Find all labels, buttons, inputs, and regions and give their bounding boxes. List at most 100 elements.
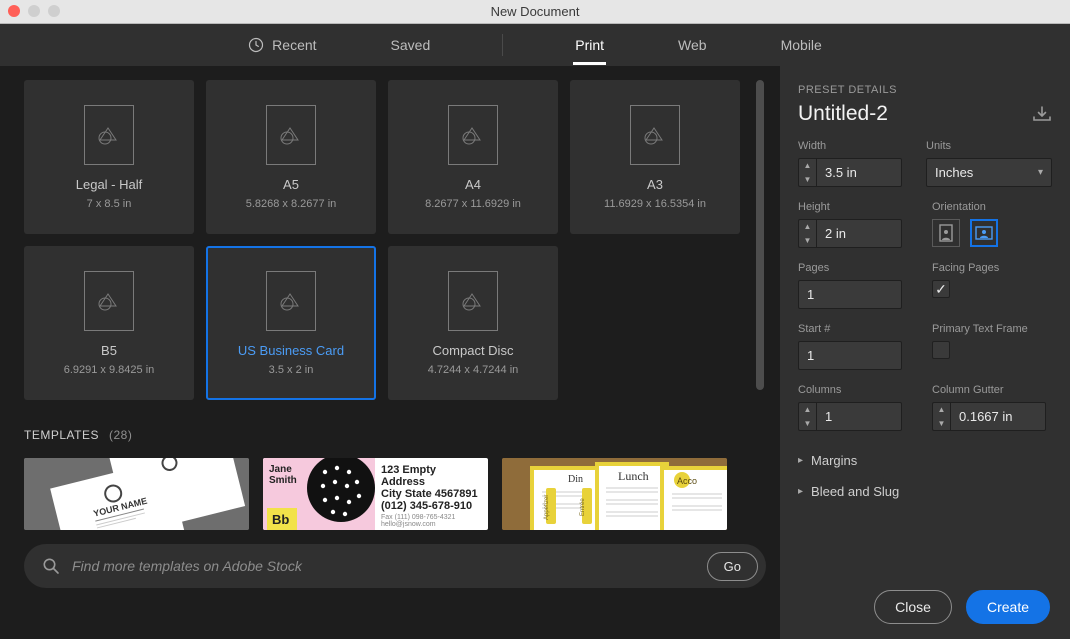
svg-text:Entrée: Entrée	[580, 498, 586, 516]
units-select[interactable]: Inches ▾	[926, 158, 1052, 187]
left-panel: Legal - Half 7 x 8.5 in A5 5.8268 x 8.26…	[0, 66, 780, 639]
width-input[interactable]	[816, 158, 902, 187]
orientation-label: Orientation	[932, 201, 1052, 213]
tab-print[interactable]: Print	[573, 27, 606, 63]
primary-text-frame-label: Primary Text Frame	[932, 323, 1052, 335]
bleed-slug-disclosure[interactable]: ▸ Bleed and Slug	[798, 476, 1052, 507]
column-gutter-input[interactable]	[950, 402, 1046, 431]
preset-name: A5	[283, 177, 299, 192]
preset-scrollbar[interactable]	[756, 80, 764, 625]
facing-pages-label: Facing Pages	[932, 262, 1052, 274]
template-text: City State 4567891	[381, 488, 482, 500]
preset-dimensions: 6.9291 x 9.8425 in	[64, 364, 155, 376]
titlebar: New Document	[0, 0, 1070, 24]
tab-recent[interactable]: Recent	[246, 27, 318, 63]
preset-name: Legal - Half	[76, 177, 142, 192]
template-card[interactable]: Lunch Din Acco	[502, 458, 727, 530]
preset-dimensions: 3.5 x 2 in	[269, 364, 314, 376]
preset-name: US Business Card	[238, 343, 344, 358]
page-icon	[266, 105, 316, 165]
templates-label: TEMPLATES	[24, 428, 99, 442]
dialog-footer: Close Create	[780, 575, 1070, 639]
template-card[interactable]: Jane Smith Bb 123 Empty Address	[263, 458, 488, 530]
svg-text:Acco: Acco	[677, 476, 697, 486]
preset-b5[interactable]: B5 6.9291 x 9.8425 in	[24, 246, 194, 400]
units-label: Units	[926, 140, 1052, 152]
clock-icon	[248, 37, 264, 53]
page-icon	[266, 271, 316, 331]
tab-web[interactable]: Web	[676, 27, 709, 63]
orientation-landscape[interactable]	[970, 219, 998, 247]
go-button[interactable]: Go	[707, 552, 758, 581]
stock-search-input[interactable]	[72, 558, 695, 574]
start-number-input[interactable]	[798, 341, 902, 370]
create-button[interactable]: Create	[966, 590, 1050, 624]
tab-label: Print	[575, 37, 604, 53]
columns-label: Columns	[798, 384, 918, 396]
chevron-right-icon: ▸	[798, 486, 803, 497]
templates-section: TEMPLATES (28) Y	[24, 428, 766, 530]
preset-grid: Legal - Half 7 x 8.5 in A5 5.8268 x 8.26…	[24, 80, 766, 400]
svg-text:Lunch: Lunch	[618, 469, 649, 483]
preset-a5[interactable]: A5 5.8268 x 8.2677 in	[206, 80, 376, 234]
preset-a4[interactable]: A4 8.2677 x 11.6929 in	[388, 80, 558, 234]
template-card[interactable]: YOUR NAME	[24, 458, 249, 530]
bleed-slug-label: Bleed and Slug	[811, 484, 899, 499]
category-tabs: Recent Saved Print Web Mobile	[0, 24, 1070, 66]
preset-dimensions: 7 x 8.5 in	[87, 198, 132, 210]
pages-label: Pages	[798, 262, 918, 274]
save-preset-icon[interactable]	[1032, 106, 1052, 122]
preset-name: A4	[465, 177, 481, 192]
preset-dimensions: 4.7244 x 4.7244 in	[428, 364, 519, 376]
window-controls	[8, 5, 60, 17]
search-icon	[42, 557, 60, 575]
chevron-right-icon: ▸	[798, 455, 803, 466]
height-stepper[interactable]: ▲▼	[798, 219, 816, 248]
width-stepper[interactable]: ▲▼	[798, 158, 816, 187]
preset-compact-disc[interactable]: Compact Disc 4.7244 x 4.7244 in	[388, 246, 558, 400]
page-icon	[84, 105, 134, 165]
columns-stepper[interactable]: ▲▼	[798, 402, 816, 431]
chevron-down-icon: ▾	[1038, 167, 1043, 178]
template-text: 123 Empty Address	[381, 464, 482, 488]
pages-input[interactable]	[798, 280, 902, 309]
preset-details-panel: Preset Details Untitled-2 Width ▲▼ Units…	[780, 66, 1070, 639]
start-number-label: Start #	[798, 323, 918, 335]
tab-label: Mobile	[781, 37, 822, 53]
tab-mobile[interactable]: Mobile	[779, 27, 824, 63]
units-value: Inches	[935, 165, 973, 180]
gutter-stepper[interactable]: ▲▼	[932, 402, 950, 431]
preset-name: A3	[647, 177, 663, 192]
tab-label: Web	[678, 37, 707, 53]
page-icon	[448, 271, 498, 331]
maximize-window-icon	[48, 5, 60, 17]
page-icon	[84, 271, 134, 331]
preset-dimensions: 8.2677 x 11.6929 in	[425, 198, 521, 210]
tab-label: Saved	[391, 37, 431, 53]
facing-pages-checkbox[interactable]	[932, 280, 950, 298]
close-window-icon[interactable]	[8, 5, 20, 17]
tab-divider	[502, 34, 503, 56]
templates-header: TEMPLATES (28)	[24, 428, 766, 442]
window-title: New Document	[491, 4, 580, 19]
page-icon	[630, 105, 680, 165]
stock-search: Go	[24, 544, 766, 588]
orientation-portrait[interactable]	[932, 219, 960, 247]
document-title[interactable]: Untitled-2	[798, 102, 888, 126]
columns-input[interactable]	[816, 402, 902, 431]
preset-a3[interactable]: A3 11.6929 x 16.5354 in	[570, 80, 740, 234]
preset-legal-half[interactable]: Legal - Half 7 x 8.5 in	[24, 80, 194, 234]
column-gutter-label: Column Gutter	[932, 384, 1052, 396]
margins-disclosure[interactable]: ▸ Margins	[798, 445, 1052, 476]
panel-header: Preset Details	[798, 84, 1052, 96]
height-input[interactable]	[816, 219, 902, 248]
tab-saved[interactable]: Saved	[389, 27, 433, 63]
template-row: YOUR NAME Jane Smith	[24, 458, 766, 530]
close-button[interactable]: Close	[874, 590, 952, 624]
preset-us-business-card[interactable]: US Business Card 3.5 x 2 in	[206, 246, 376, 400]
svg-text:Bb: Bb	[272, 512, 289, 527]
page-icon	[448, 105, 498, 165]
preset-dimensions: 5.8268 x 8.2677 in	[246, 198, 337, 210]
main-area: Legal - Half 7 x 8.5 in A5 5.8268 x 8.26…	[0, 66, 1070, 639]
primary-text-frame-checkbox[interactable]	[932, 341, 950, 359]
